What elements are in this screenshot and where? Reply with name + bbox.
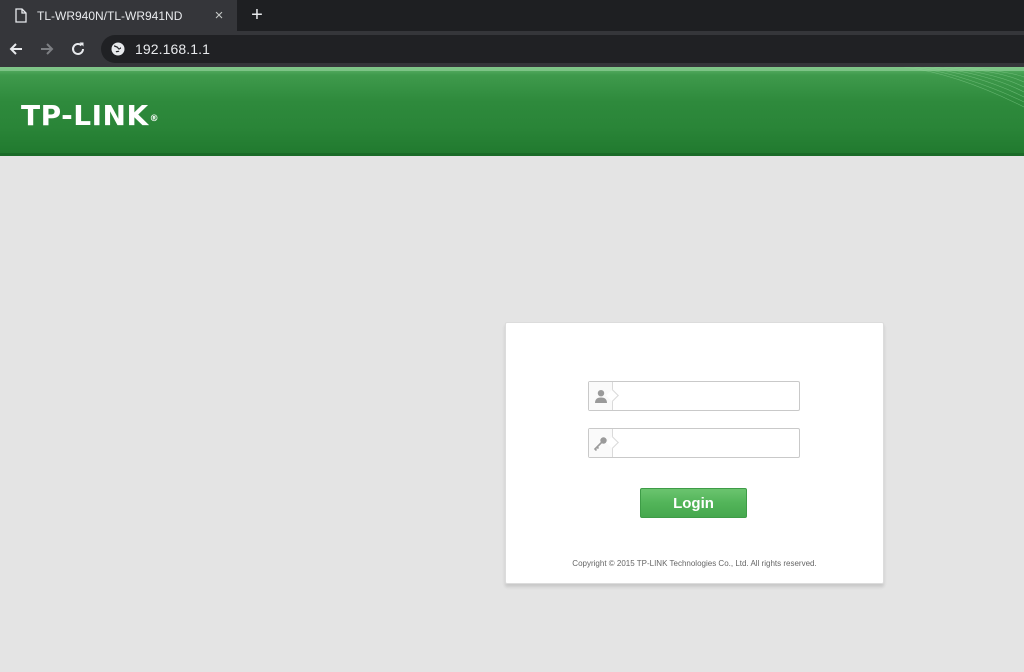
browser-toolbar: 192.168.1.1 — [0, 31, 1024, 67]
tp-link-logo: TP-LINK® — [21, 99, 160, 132]
reload-icon[interactable] — [66, 37, 90, 61]
page-icon — [14, 8, 28, 24]
address-bar[interactable]: 192.168.1.1 — [101, 35, 1024, 63]
globe-icon[interactable] — [111, 42, 125, 56]
login-panel: Login Copyright © 2015 TP-LINK Technolog… — [505, 322, 884, 584]
header-border — [0, 153, 1024, 156]
key-icon — [589, 429, 613, 457]
url-text[interactable]: 192.168.1.1 — [135, 41, 210, 57]
browser-tab[interactable]: TL-WR940N/TL-WR941ND × — [0, 0, 237, 31]
login-button[interactable]: Login — [640, 488, 747, 518]
password-input[interactable] — [613, 429, 799, 457]
username-input[interactable] — [613, 382, 799, 410]
back-icon[interactable] — [4, 37, 28, 61]
header-highlight — [0, 67, 1024, 71]
password-field[interactable] — [588, 428, 800, 458]
user-icon — [589, 382, 613, 410]
copyright-text: Copyright © 2015 TP-LINK Technologies Co… — [572, 559, 817, 568]
plus-icon[interactable]: + — [246, 4, 268, 26]
header-decoration — [904, 67, 1024, 108]
router-header: TP-LINK® — [0, 67, 1024, 156]
username-field[interactable] — [588, 381, 800, 411]
forward-icon[interactable] — [35, 37, 59, 61]
close-icon[interactable]: × — [209, 6, 229, 26]
tab-title: TL-WR940N/TL-WR941ND — [37, 8, 183, 23]
browser-tabstrip: TL-WR940N/TL-WR941ND × + — [0, 0, 1024, 31]
